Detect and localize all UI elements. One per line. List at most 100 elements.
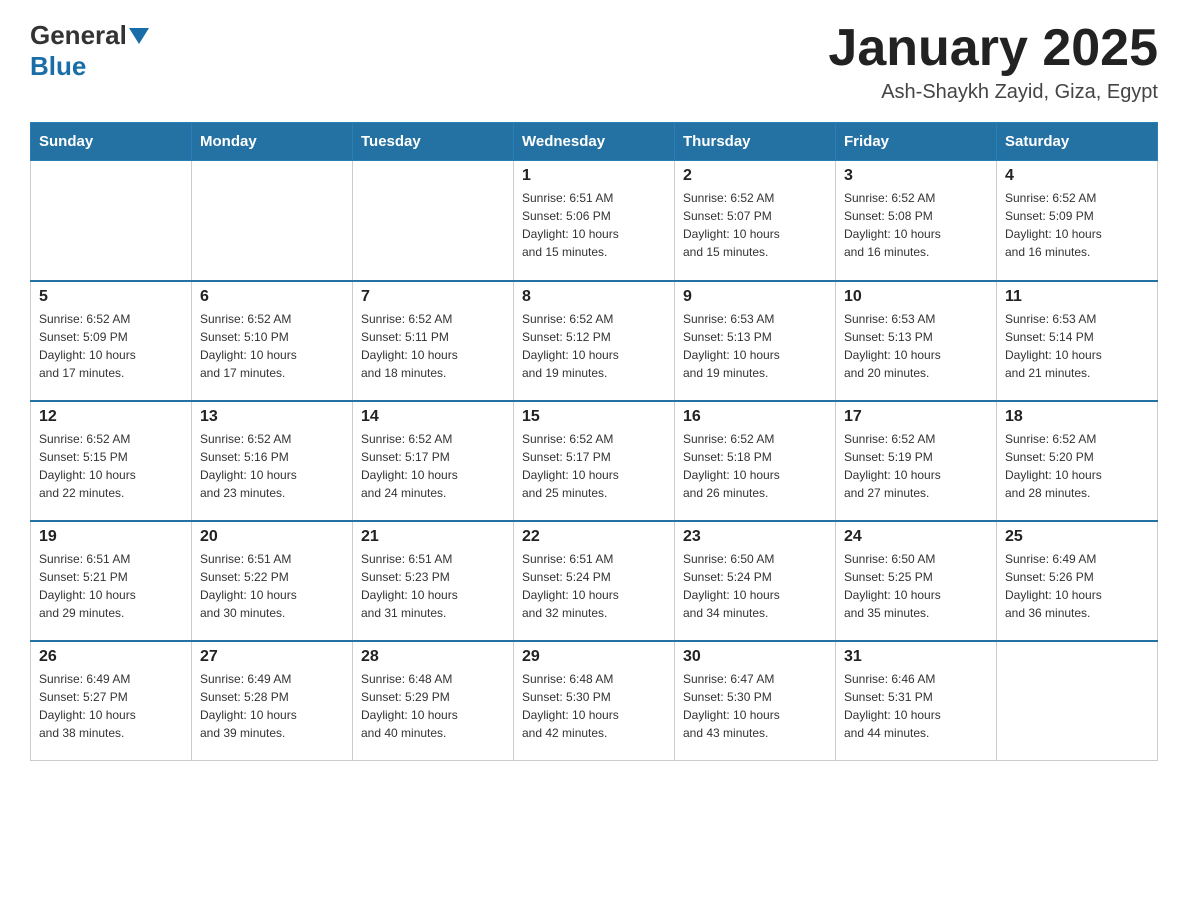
calendar-cell-26: 26 Sunrise: 6:49 AM Sunset: 5:27 PM Dayli… xyxy=(31,641,192,761)
calendar-header-tuesday: Tuesday xyxy=(353,123,514,161)
calendar-header-row: SundayMondayTuesdayWednesdayThursdayFrid… xyxy=(31,123,1158,161)
calendar-cell-31: 31Sunrise: 6:46 AM Sunset: 5:31 PM Dayli… xyxy=(836,641,997,761)
calendar-cell-empty xyxy=(31,161,192,281)
day-number: 15 xyxy=(522,408,666,426)
calendar-header-saturday: Saturday xyxy=(997,123,1158,161)
day-info: Sunrise: 6:48 AM Sunset: 5:30 PM Dayligh… xyxy=(522,670,666,742)
day-number: 3 xyxy=(844,167,988,185)
calendar-cell-9: 9 Sunrise: 6:53 AM Sunset: 5:13 PM Daylig… xyxy=(675,281,836,401)
day-info: Sunrise: 6:53 AM Sunset: 5:13 PM Dayligh… xyxy=(844,310,988,382)
calendar-week-row-2: 5Sunrise: 6:52 AM Sunset: 5:09 PM Daylig… xyxy=(31,281,1158,401)
day-info: Sunrise: 6:52 AM Sunset: 5:12 PM Dayligh… xyxy=(522,310,666,382)
calendar-cell-6: 6 Sunrise: 6:52 AM Sunset: 5:10 PM Daylig… xyxy=(192,281,353,401)
calendar-cell-empty xyxy=(353,161,514,281)
calendar-header-thursday: Thursday xyxy=(675,123,836,161)
calendar-cell-21: 21 Sunrise: 6:51 AM Sunset: 5:23 PM Dayli… xyxy=(353,521,514,641)
day-number: 12 xyxy=(39,408,183,426)
day-info: Sunrise: 6:51 AM Sunset: 5:22 PM Dayligh… xyxy=(200,550,344,622)
day-number: 17 xyxy=(844,408,988,426)
calendar-cell-23: 23Sunrise: 6:50 AM Sunset: 5:24 PM Dayli… xyxy=(675,521,836,641)
day-info: Sunrise: 6:52 AM Sunset: 5:09 PM Dayligh… xyxy=(1005,189,1149,261)
day-info: Sunrise: 6:52 AM Sunset: 5:10 PM Dayligh… xyxy=(200,310,344,382)
page-header: General Blue January 2025 Ash-Shaykh Zay… xyxy=(30,20,1158,104)
calendar-header-wednesday: Wednesday xyxy=(514,123,675,161)
location-text: Ash-Shaykh Zayid, Giza, Egypt xyxy=(828,81,1158,104)
day-number: 24 xyxy=(844,528,988,546)
calendar-cell-19: 19 Sunrise: 6:51 AM Sunset: 5:21 PM Dayli… xyxy=(31,521,192,641)
calendar-cell-20: 20 Sunrise: 6:51 AM Sunset: 5:22 PM Dayli… xyxy=(192,521,353,641)
calendar-cell-13: 13Sunrise: 6:52 AM Sunset: 5:16 PM Dayli… xyxy=(192,401,353,521)
calendar-cell-27: 27 Sunrise: 6:49 AM Sunset: 5:28 PM Dayli… xyxy=(192,641,353,761)
calendar-cell-empty xyxy=(192,161,353,281)
day-number: 10 xyxy=(844,288,988,306)
calendar-week-row-5: 26 Sunrise: 6:49 AM Sunset: 5:27 PM Dayli… xyxy=(31,641,1158,761)
day-number: 21 xyxy=(361,528,505,546)
day-info: Sunrise: 6:52 AM Sunset: 5:15 PM Dayligh… xyxy=(39,430,183,502)
calendar-cell-29: 29 Sunrise: 6:48 AM Sunset: 5:30 PM Dayli… xyxy=(514,641,675,761)
calendar-cell-3: 3Sunrise: 6:52 AM Sunset: 5:08 PM Daylig… xyxy=(836,161,997,281)
day-number: 19 xyxy=(39,528,183,546)
day-number: 27 xyxy=(200,648,344,666)
calendar-week-row-3: 12 Sunrise: 6:52 AM Sunset: 5:15 PM Dayli… xyxy=(31,401,1158,521)
calendar-cell-30: 30Sunrise: 6:47 AM Sunset: 5:30 PM Dayli… xyxy=(675,641,836,761)
day-info: Sunrise: 6:52 AM Sunset: 5:11 PM Dayligh… xyxy=(361,310,505,382)
day-info: Sunrise: 6:51 AM Sunset: 5:21 PM Dayligh… xyxy=(39,550,183,622)
day-number: 11 xyxy=(1005,288,1149,306)
day-info: Sunrise: 6:53 AM Sunset: 5:14 PM Dayligh… xyxy=(1005,310,1149,382)
calendar-cell-18: 18 Sunrise: 6:52 AM Sunset: 5:20 PM Dayli… xyxy=(997,401,1158,521)
logo-triangle-icon xyxy=(129,28,149,44)
day-number: 2 xyxy=(683,167,827,185)
day-info: Sunrise: 6:52 AM Sunset: 5:16 PM Dayligh… xyxy=(200,430,344,502)
day-number: 25 xyxy=(1005,528,1149,546)
day-info: Sunrise: 6:51 AM Sunset: 5:23 PM Dayligh… xyxy=(361,550,505,622)
day-number: 14 xyxy=(361,408,505,426)
calendar-cell-15: 15 Sunrise: 6:52 AM Sunset: 5:17 PM Dayli… xyxy=(514,401,675,521)
day-info: Sunrise: 6:49 AM Sunset: 5:26 PM Dayligh… xyxy=(1005,550,1149,622)
calendar-cell-empty xyxy=(997,641,1158,761)
calendar-table: SundayMondayTuesdayWednesdayThursdayFrid… xyxy=(30,122,1158,761)
calendar-cell-22: 22Sunrise: 6:51 AM Sunset: 5:24 PM Dayli… xyxy=(514,521,675,641)
day-info: Sunrise: 6:50 AM Sunset: 5:24 PM Dayligh… xyxy=(683,550,827,622)
day-info: Sunrise: 6:52 AM Sunset: 5:17 PM Dayligh… xyxy=(522,430,666,502)
day-info: Sunrise: 6:49 AM Sunset: 5:28 PM Dayligh… xyxy=(200,670,344,742)
calendar-cell-5: 5Sunrise: 6:52 AM Sunset: 5:09 PM Daylig… xyxy=(31,281,192,401)
day-number: 26 xyxy=(39,648,183,666)
calendar-week-row-4: 19 Sunrise: 6:51 AM Sunset: 5:21 PM Dayli… xyxy=(31,521,1158,641)
calendar-cell-24: 24 Sunrise: 6:50 AM Sunset: 5:25 PM Dayli… xyxy=(836,521,997,641)
calendar-cell-11: 11 Sunrise: 6:53 AM Sunset: 5:14 PM Dayli… xyxy=(997,281,1158,401)
calendar-header-monday: Monday xyxy=(192,123,353,161)
calendar-cell-28: 28 Sunrise: 6:48 AM Sunset: 5:29 PM Dayli… xyxy=(353,641,514,761)
logo-general-text: General xyxy=(30,20,127,51)
day-info: Sunrise: 6:52 AM Sunset: 5:20 PM Dayligh… xyxy=(1005,430,1149,502)
day-number: 18 xyxy=(1005,408,1149,426)
calendar-cell-7: 7Sunrise: 6:52 AM Sunset: 5:11 PM Daylig… xyxy=(353,281,514,401)
day-info: Sunrise: 6:52 AM Sunset: 5:18 PM Dayligh… xyxy=(683,430,827,502)
calendar-week-row-1: 1 Sunrise: 6:51 AM Sunset: 5:06 PM Daylig… xyxy=(31,161,1158,281)
calendar-cell-14: 14Sunrise: 6:52 AM Sunset: 5:17 PM Dayli… xyxy=(353,401,514,521)
day-number: 1 xyxy=(522,167,666,185)
logo: General Blue xyxy=(30,20,151,82)
calendar-header-friday: Friday xyxy=(836,123,997,161)
calendar-cell-1: 1 Sunrise: 6:51 AM Sunset: 5:06 PM Daylig… xyxy=(514,161,675,281)
day-info: Sunrise: 6:50 AM Sunset: 5:25 PM Dayligh… xyxy=(844,550,988,622)
day-number: 9 xyxy=(683,288,827,306)
day-number: 29 xyxy=(522,648,666,666)
day-number: 20 xyxy=(200,528,344,546)
day-number: 8 xyxy=(522,288,666,306)
day-info: Sunrise: 6:53 AM Sunset: 5:13 PM Dayligh… xyxy=(683,310,827,382)
day-number: 28 xyxy=(361,648,505,666)
day-info: Sunrise: 6:52 AM Sunset: 5:19 PM Dayligh… xyxy=(844,430,988,502)
day-info: Sunrise: 6:46 AM Sunset: 5:31 PM Dayligh… xyxy=(844,670,988,742)
calendar-cell-10: 10 Sunrise: 6:53 AM Sunset: 5:13 PM Dayli… xyxy=(836,281,997,401)
day-info: Sunrise: 6:52 AM Sunset: 5:07 PM Dayligh… xyxy=(683,189,827,261)
title-block: January 2025 Ash-Shaykh Zayid, Giza, Egy… xyxy=(828,20,1158,104)
day-info: Sunrise: 6:51 AM Sunset: 5:06 PM Dayligh… xyxy=(522,189,666,261)
day-number: 6 xyxy=(200,288,344,306)
day-info: Sunrise: 6:48 AM Sunset: 5:29 PM Dayligh… xyxy=(361,670,505,742)
calendar-cell-2: 2 Sunrise: 6:52 AM Sunset: 5:07 PM Daylig… xyxy=(675,161,836,281)
day-number: 30 xyxy=(683,648,827,666)
day-info: Sunrise: 6:49 AM Sunset: 5:27 PM Dayligh… xyxy=(39,670,183,742)
day-number: 16 xyxy=(683,408,827,426)
calendar-cell-4: 4Sunrise: 6:52 AM Sunset: 5:09 PM Daylig… xyxy=(997,161,1158,281)
day-number: 22 xyxy=(522,528,666,546)
